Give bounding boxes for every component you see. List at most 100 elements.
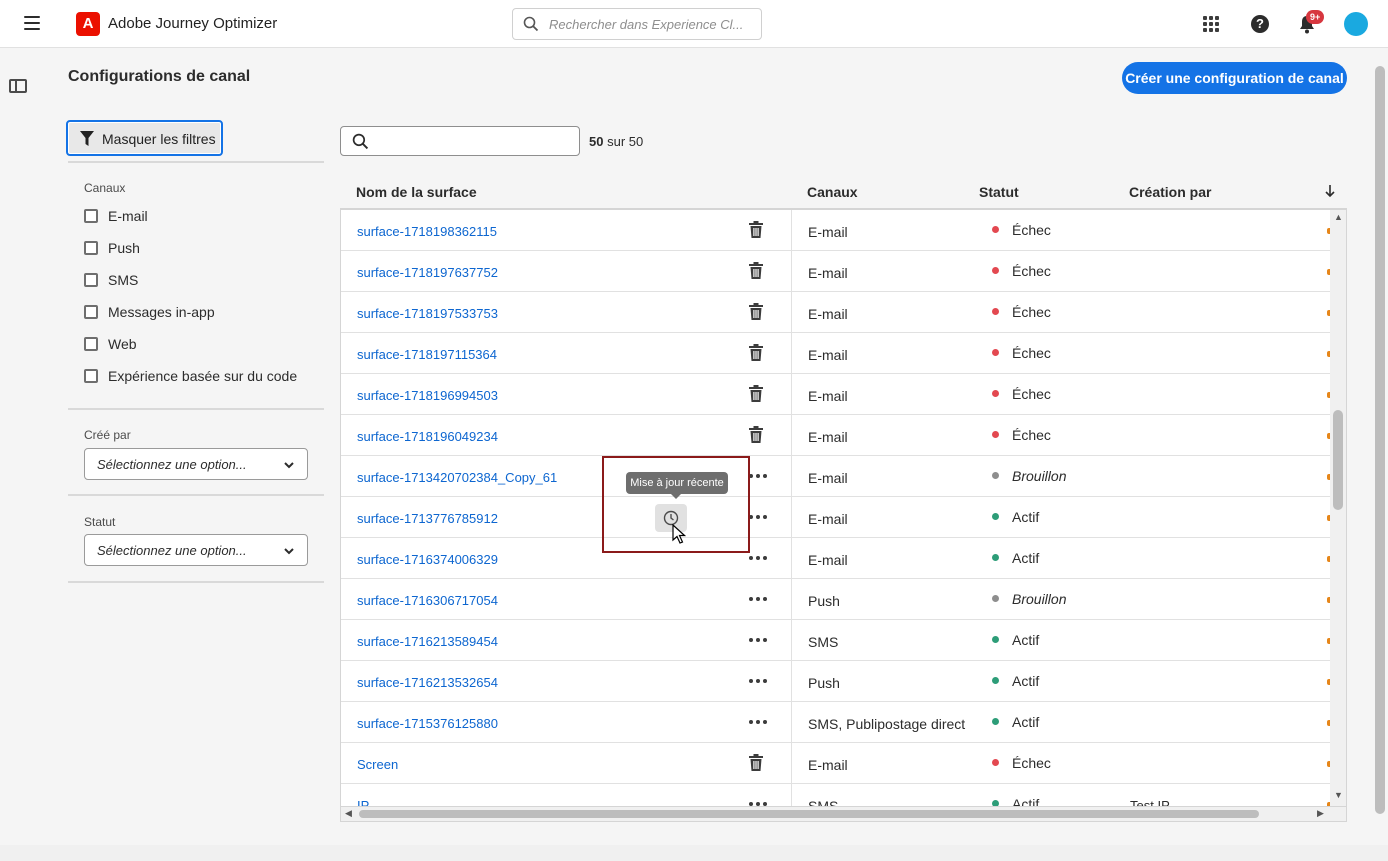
table-row[interactable]: surface-1718196994503 E-mail Échec (341, 374, 1330, 415)
help-icon[interactable]: ? (1251, 15, 1269, 33)
page-vertical-scrollbar[interactable] (1372, 52, 1388, 842)
delete-trash-icon[interactable] (749, 385, 765, 403)
delete-trash-icon[interactable] (749, 754, 765, 772)
channel-cell: E-mail (808, 757, 848, 773)
column-divider (791, 497, 792, 538)
surface-name-link[interactable]: surface-1718198362115 (357, 224, 497, 239)
global-search-input[interactable]: Rechercher dans Experience Cl... (512, 8, 762, 40)
scroll-right-icon[interactable]: ▶ (1317, 808, 1324, 819)
table-row[interactable]: surface-1718196049234 E-mail Échec (341, 415, 1330, 456)
surface-name-link[interactable]: surface-1716374006329 (357, 552, 498, 567)
column-header-status[interactable]: Statut (979, 184, 1019, 200)
delete-trash-icon[interactable] (749, 344, 765, 362)
status-dot-icon (992, 390, 999, 397)
table-row[interactable]: Screen E-mail Échec (341, 743, 1330, 784)
scroll-thumb[interactable] (1333, 410, 1343, 510)
adobe-logo-icon[interactable]: A (76, 12, 100, 36)
user-avatar[interactable] (1344, 12, 1368, 36)
scroll-down-icon[interactable]: ▼ (1334, 790, 1343, 800)
table-row[interactable]: surface-1718197115364 E-mail Échec (341, 333, 1330, 374)
more-actions-icon[interactable] (749, 549, 767, 567)
table-vertical-scrollbar[interactable]: ▲ ▼ (1330, 210, 1347, 806)
column-divider (791, 702, 792, 743)
scroll-thumb[interactable] (1375, 66, 1385, 814)
table-row[interactable]: surface-1718198362115 E-mail Échec (341, 210, 1330, 251)
checkbox-box[interactable] (84, 273, 98, 287)
delete-trash-icon[interactable] (749, 221, 765, 239)
column-divider (791, 333, 792, 374)
sort-descending-icon[interactable] (1324, 184, 1336, 198)
status-cell: Échec (1012, 345, 1051, 361)
app-switcher-icon[interactable] (1203, 16, 1220, 33)
channel-cell: E-mail (808, 224, 848, 240)
more-actions-icon[interactable] (749, 590, 767, 608)
channel-cell: E-mail (808, 306, 848, 322)
hide-filters-label: Masquer les filtres (102, 131, 216, 147)
checkbox-box[interactable] (84, 241, 98, 255)
status-select[interactable]: Sélectionnez une option... (84, 534, 308, 566)
delete-trash-icon[interactable] (749, 303, 765, 321)
menu-icon[interactable] (24, 16, 40, 30)
more-actions-icon[interactable] (749, 467, 767, 485)
surface-name-link[interactable]: surface-1718197115364 (357, 347, 497, 362)
table-row[interactable]: surface-1718197637752 E-mail Échec (341, 251, 1330, 292)
surface-name-link[interactable]: surface-1716213589454 (357, 634, 498, 649)
scroll-left-icon[interactable]: ◀ (345, 808, 352, 819)
table-row[interactable]: surface-1716306717054 Push Brouillon (341, 579, 1330, 620)
panel-toggle-icon[interactable] (9, 79, 27, 93)
checkbox-label: Push (108, 240, 140, 256)
surface-name-link[interactable]: surface-1718196994503 (357, 388, 498, 403)
checkbox-label: Web (108, 336, 137, 352)
more-actions-icon[interactable] (749, 713, 767, 731)
channel-cell: E-mail (808, 265, 848, 281)
checkbox-box[interactable] (84, 305, 98, 319)
scroll-up-icon[interactable]: ▲ (1334, 212, 1343, 222)
create-channel-config-button[interactable]: Créer une configuration de canal (1122, 62, 1347, 94)
surface-name-link[interactable]: surface-1718197533753 (357, 306, 498, 321)
chevron-down-icon (284, 462, 294, 469)
surface-name-link[interactable]: surface-1718197637752 (357, 265, 498, 280)
created-by-select[interactable]: Sélectionnez une option... (84, 448, 308, 480)
app-title[interactable]: Adobe Journey Optimizer (108, 15, 277, 32)
table-horizontal-scrollbar[interactable]: ◀ ▶ (340, 806, 1347, 822)
table-row[interactable]: surface-1718197533753 E-mail Échec (341, 292, 1330, 333)
more-actions-icon[interactable] (749, 795, 767, 806)
surface-name-link[interactable]: surface-1716306717054 (357, 593, 498, 608)
column-header-channels[interactable]: Canaux (807, 184, 858, 200)
delete-trash-icon[interactable] (749, 262, 765, 280)
surface-name-link[interactable]: IP (357, 798, 369, 806)
checkbox-box[interactable] (84, 209, 98, 223)
delete-trash-icon[interactable] (749, 426, 765, 444)
channel-cell: E-mail (808, 552, 848, 568)
surface-name-link[interactable]: surface-1713420702384_Copy_61 (357, 470, 557, 485)
more-actions-icon[interactable] (749, 672, 767, 690)
table-row[interactable]: surface-1715376125880 SMS, Publipostage d… (341, 702, 1330, 743)
surface-name-link[interactable]: surface-1715376125880 (357, 716, 498, 731)
select-value: Sélectionnez une option... (97, 543, 247, 558)
page-horizontal-scrollbar[interactable] (0, 845, 1388, 861)
checkbox-label: E-mail (108, 208, 148, 224)
table-row[interactable]: surface-1713776785912 E-mail Actif (341, 497, 1330, 538)
column-header-created-by[interactable]: Création par (1129, 184, 1211, 200)
table-search-input[interactable] (340, 126, 580, 156)
table-row[interactable]: surface-1716213589454 SMS Actif (341, 620, 1330, 661)
surface-name-link[interactable]: Screen (357, 757, 398, 772)
scroll-thumb[interactable] (359, 810, 1259, 818)
surface-name-link[interactable]: surface-1718196049234 (357, 429, 498, 444)
more-actions-icon[interactable] (749, 631, 767, 649)
column-header-name[interactable]: Nom de la surface (356, 184, 477, 200)
more-actions-icon[interactable] (749, 508, 767, 526)
checkbox-box[interactable] (84, 369, 98, 383)
status-cell: Actif (1012, 796, 1040, 806)
status-dot-icon (992, 677, 999, 684)
surface-name-link[interactable]: surface-1713776785912 (357, 511, 498, 526)
hide-filters-button[interactable]: Masquer les filtres (66, 120, 223, 156)
column-divider (791, 661, 792, 702)
table-row[interactable]: surface-1716213532654 Push Actif (341, 661, 1330, 702)
channel-cell: SMS, Publipostage direct (808, 716, 966, 732)
table-row[interactable]: surface-1716374006329 E-mail Actif (341, 538, 1330, 579)
table-row[interactable]: surface-1713420702384_Copy_61 E-mail Broui… (341, 456, 1330, 497)
table-row[interactable]: IP SMS Actif Test IP (341, 784, 1330, 806)
surface-name-link[interactable]: surface-1716213532654 (357, 675, 498, 690)
checkbox-box[interactable] (84, 337, 98, 351)
